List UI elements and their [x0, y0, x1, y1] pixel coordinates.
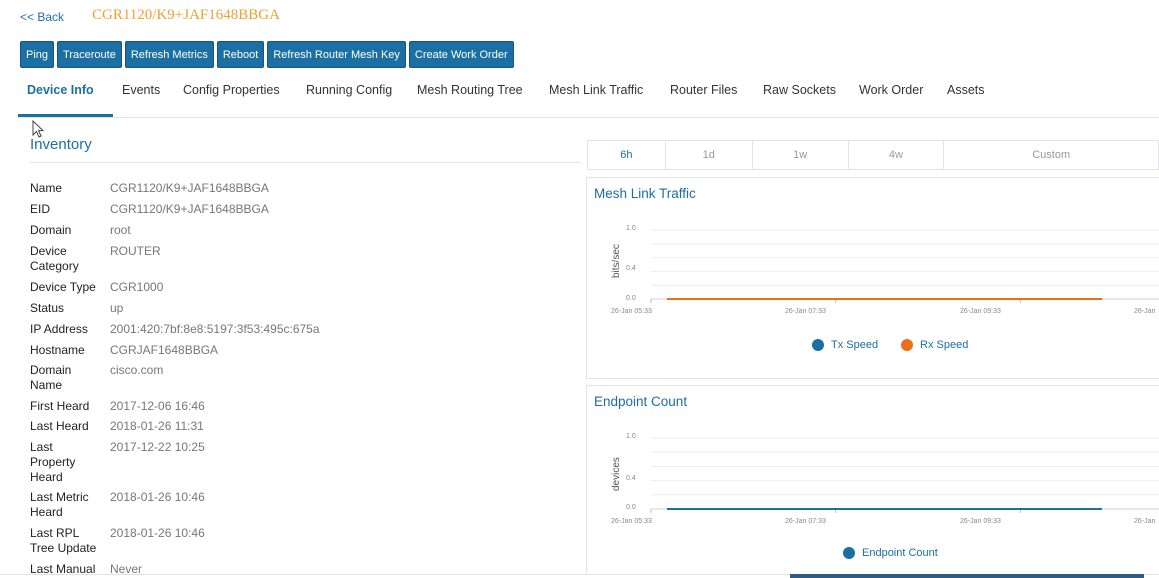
x-tick: 26-Jan 07:33 — [785, 518, 826, 525]
back-link[interactable]: << Back — [20, 10, 64, 24]
range-tab-6h[interactable]: 6h — [588, 141, 666, 169]
endpoint-count-legend-dot — [843, 547, 855, 559]
inventory-label: Last Property Heard — [30, 440, 76, 484]
x-tick: 26-Jan 07:33 — [785, 308, 826, 315]
inventory-value: root — [110, 223, 131, 237]
tx-speed-legend-dot — [812, 339, 824, 351]
inventory-value: 2018-01-26 11:31 — [110, 419, 204, 433]
inventory-value: up — [110, 301, 124, 315]
tab-mesh-link-traffic[interactable]: Mesh Link Traffic — [549, 83, 643, 97]
time-range-tabs: 6h 1d 1w 4w Custom — [587, 140, 1159, 170]
inventory-value: CGRJAF1648BBGA — [110, 343, 219, 357]
tab-device-info[interactable]: Device Info — [27, 83, 94, 97]
inventory-label: Name — [30, 181, 63, 195]
range-tab-custom[interactable]: Custom — [944, 141, 1159, 169]
x-tick: 26-Jan 05:33 — [611, 308, 652, 315]
inventory-value: ROUTER — [110, 244, 161, 258]
inventory-value: 2017-12-22 10:25 — [110, 440, 205, 454]
inventory-label: Last Metric Heard — [30, 490, 89, 519]
range-tab-1w[interactable]: 1w — [753, 141, 849, 169]
legend-rx-speed[interactable]: Rx Speed — [901, 339, 968, 351]
tab-assets[interactable]: Assets — [947, 83, 985, 97]
tab-router-files[interactable]: Router Files — [670, 83, 737, 97]
tab-config-properties[interactable]: Config Properties — [183, 83, 280, 97]
inventory-value: 2017-12-06 16:46 — [110, 399, 205, 413]
inventory-value: CGR1120/K9+JAF1648BBGA — [110, 181, 269, 195]
rx-speed-legend-dot — [901, 339, 913, 351]
active-tab-indicator — [18, 114, 113, 117]
tab-mesh-routing-tree[interactable]: Mesh Routing Tree — [417, 83, 523, 97]
legend-label: Tx Speed — [831, 339, 879, 351]
x-tick: 26-Jan — [1134, 308, 1156, 315]
x-tick: 26-Jan 09:33 — [960, 308, 1001, 315]
refresh-metrics-button[interactable]: Refresh Metrics — [124, 41, 214, 68]
inventory-value: CGR1000 — [110, 280, 164, 294]
inventory-label: Hostname — [30, 343, 85, 357]
action-toolbar: Ping Traceroute Refresh Metrics Reboot R… — [20, 41, 514, 68]
endpoint-count-panel: Endpoint Count devices 1.0 0.4 0.0 26-Ja… — [586, 385, 1159, 575]
inventory-label: Status — [30, 301, 65, 315]
inventory-label: Domain Name — [30, 363, 72, 392]
inventory-label: Device Category — [30, 244, 79, 273]
tab-work-order[interactable]: Work Order — [859, 83, 923, 97]
tab-raw-sockets[interactable]: Raw Sockets — [763, 83, 836, 97]
tab-running-config[interactable]: Running Config — [306, 83, 392, 97]
range-tab-4w[interactable]: 4w — [849, 141, 945, 169]
x-tick: 26-Jan 09:33 — [960, 518, 1001, 525]
refresh-router-mesh-key-button[interactable]: Refresh Router Mesh Key — [267, 41, 406, 68]
inventory-value: 2018-01-26 10:46 — [110, 526, 205, 540]
legend-endpoint-count[interactable]: Endpoint Count — [843, 547, 938, 559]
legend-label: Endpoint Count — [862, 547, 938, 559]
inventory-value: cisco.com — [110, 363, 164, 377]
inventory-heading: Inventory — [30, 136, 92, 153]
inventory-label: Last Heard — [30, 419, 89, 433]
ping-button[interactable]: Ping — [20, 41, 55, 68]
inventory-label: Domain — [30, 223, 72, 237]
inventory-value: 2018-01-26 10:46 — [110, 490, 205, 504]
mesh-link-traffic-panel: Mesh Link Traffic bits/sec 1.0 0.4 0.0 2… — [586, 177, 1159, 379]
inventory-value: 2001:420:7bf:8e8:5197:3f53:495c:675a — [110, 322, 320, 336]
inventory-label: First Heard — [30, 399, 90, 413]
legend-label: Rx Speed — [920, 339, 969, 351]
reboot-button[interactable]: Reboot — [216, 41, 265, 68]
inventory-label: EID — [30, 202, 51, 216]
inventory-label: IP Address — [30, 322, 88, 336]
create-work-order-button[interactable]: Create Work Order — [408, 41, 514, 68]
inventory-divider — [30, 162, 580, 163]
tab-events[interactable]: Events — [122, 83, 160, 97]
inventory-label: Last RPL Tree Update — [30, 526, 97, 555]
legend-tx-speed[interactable]: Tx Speed — [812, 339, 878, 351]
range-tab-1d[interactable]: 1d — [666, 141, 753, 169]
horizontal-scrollbar[interactable] — [790, 574, 1144, 578]
tab-bar: Device Info Events Config Properties Run… — [18, 78, 1159, 118]
inventory-value: CGR1120/K9+JAF1648BBGA — [110, 202, 269, 216]
x-tick: 26-Jan — [1134, 518, 1156, 525]
x-tick: 26-Jan 05:33 — [611, 518, 652, 525]
device-title: CGR1120/K9+JAF1648BBGA — [92, 7, 280, 23]
traceroute-button[interactable]: Traceroute — [57, 41, 122, 68]
